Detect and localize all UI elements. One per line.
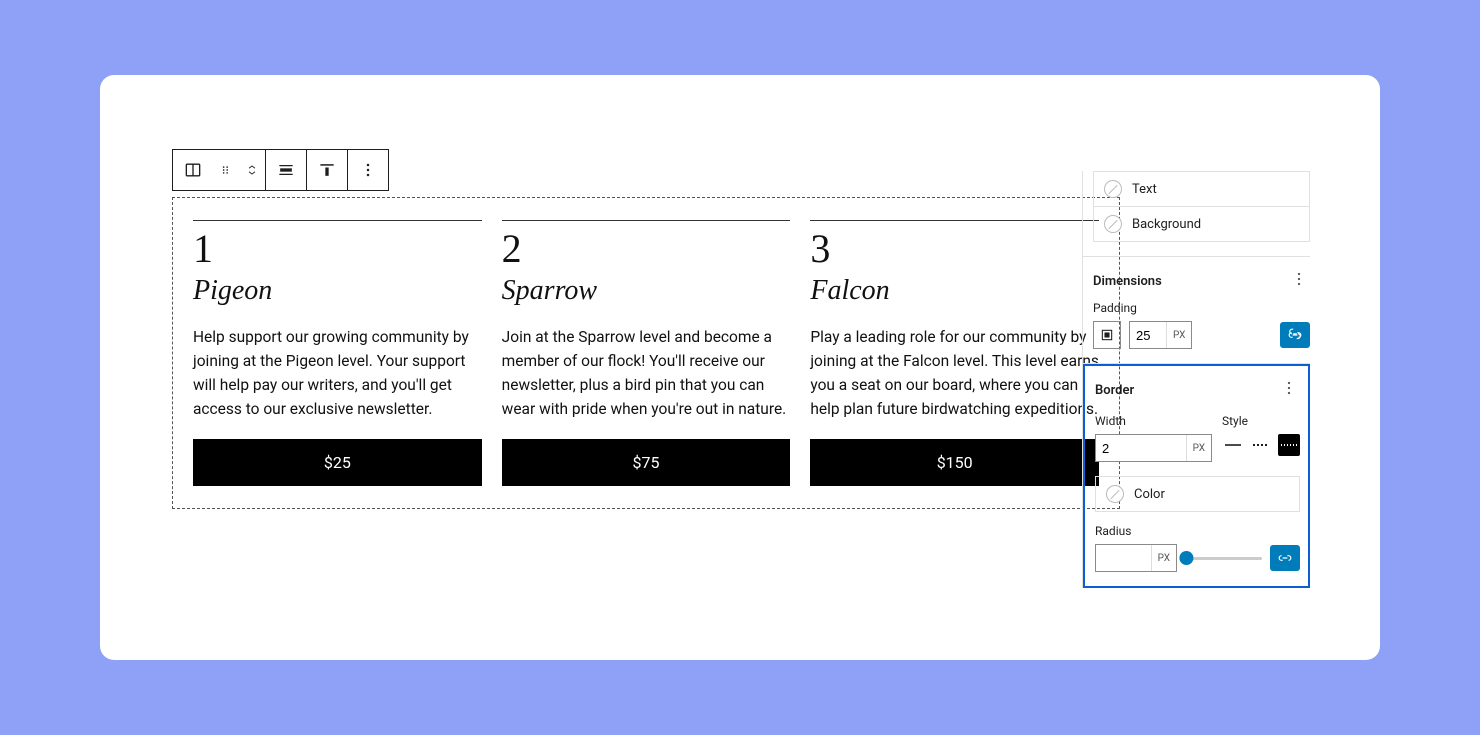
more-options-icon[interactable] xyxy=(348,150,388,190)
card-title: Pigeon xyxy=(193,275,482,307)
padding-label: Padding xyxy=(1093,301,1310,315)
card-number: 2 xyxy=(502,227,791,271)
padding-value[interactable] xyxy=(1130,322,1166,348)
toolbar-group-valign xyxy=(307,150,348,190)
editor-window: 1 Pigeon Help support our growing commun… xyxy=(100,75,1380,660)
toolbar-group-block xyxy=(173,150,266,190)
block-toolbar xyxy=(172,149,389,191)
border-color-row[interactable]: Color xyxy=(1095,476,1300,512)
panel-more-icon[interactable] xyxy=(1288,269,1310,293)
border-width-input[interactable]: PX xyxy=(1095,434,1212,462)
panel-more-icon[interactable] xyxy=(1278,378,1300,402)
card-title: Sparrow xyxy=(502,275,791,307)
radius-slider[interactable] xyxy=(1185,550,1262,566)
border-color-label: Color xyxy=(1134,487,1165,502)
slider-track xyxy=(1185,557,1262,560)
border-width-unit[interactable]: PX xyxy=(1186,435,1211,461)
radius-label: Radius xyxy=(1095,524,1300,538)
background-color-row[interactable]: Background xyxy=(1093,206,1310,242)
border-panel: Border Width PX Style xyxy=(1083,364,1310,588)
text-color-row[interactable]: Text xyxy=(1093,171,1310,206)
padding-sides-icon[interactable] xyxy=(1093,321,1121,349)
divider xyxy=(810,220,1099,221)
link-sides-button[interactable] xyxy=(1280,322,1310,348)
width-label: Width xyxy=(1095,414,1212,428)
pricing-card[interactable]: 2 Sparrow Join at the Sparrow level and … xyxy=(502,220,791,486)
color-swatch-icon xyxy=(1104,215,1122,233)
color-swatch-icon xyxy=(1104,180,1122,198)
background-color-label: Background xyxy=(1132,217,1201,232)
border-heading: Border xyxy=(1095,383,1134,398)
border-style-dashed-icon[interactable] xyxy=(1250,434,1272,456)
border-style-none-icon[interactable] xyxy=(1222,434,1244,456)
radius-value[interactable] xyxy=(1096,545,1151,571)
radius-unit[interactable]: PX xyxy=(1151,545,1176,571)
padding-input[interactable]: PX xyxy=(1129,321,1192,349)
toolbar-group-align xyxy=(266,150,307,190)
card-number: 3 xyxy=(810,227,1099,271)
card-number: 1 xyxy=(193,227,482,271)
dimensions-panel: Dimensions Padding PX xyxy=(1083,257,1310,364)
card-body: Play a leading role for our community by… xyxy=(810,325,1099,421)
columns-block[interactable]: 1 Pigeon Help support our growing commun… xyxy=(172,197,1120,509)
border-style-solid-icon[interactable] xyxy=(1278,434,1300,456)
price-button[interactable]: $150 xyxy=(810,439,1099,486)
columns-icon[interactable] xyxy=(173,150,213,190)
text-color-label: Text xyxy=(1132,182,1157,197)
divider xyxy=(502,220,791,221)
link-radius-button[interactable] xyxy=(1270,545,1300,571)
radius-input[interactable]: PX xyxy=(1095,544,1177,572)
border-width-value[interactable] xyxy=(1096,435,1186,461)
align-top-icon[interactable] xyxy=(307,150,347,190)
drag-handle-icon[interactable] xyxy=(213,150,239,190)
divider xyxy=(193,220,482,221)
toolbar-group-more xyxy=(348,150,388,190)
card-title: Falcon xyxy=(810,275,1099,307)
align-width-icon[interactable] xyxy=(266,150,306,190)
dimensions-heading: Dimensions xyxy=(1093,274,1162,289)
price-button[interactable]: $25 xyxy=(193,439,482,486)
price-button[interactable]: $75 xyxy=(502,439,791,486)
slider-thumb[interactable] xyxy=(1179,551,1193,565)
card-body: Help support our growing community by jo… xyxy=(193,325,482,421)
move-arrows-icon[interactable] xyxy=(239,150,265,190)
color-swatch-icon xyxy=(1106,485,1124,503)
pricing-card[interactable]: 1 Pigeon Help support our growing commun… xyxy=(193,220,482,486)
style-label: Style xyxy=(1222,414,1300,428)
padding-unit[interactable]: PX xyxy=(1166,322,1191,348)
pricing-card[interactable]: 3 Falcon Play a leading role for our com… xyxy=(810,220,1099,486)
block-styles-sidebar: Text Background Dimensions Padding xyxy=(1082,171,1310,588)
color-panel: Text Background xyxy=(1083,171,1310,257)
card-body: Join at the Sparrow level and become a m… xyxy=(502,325,791,421)
